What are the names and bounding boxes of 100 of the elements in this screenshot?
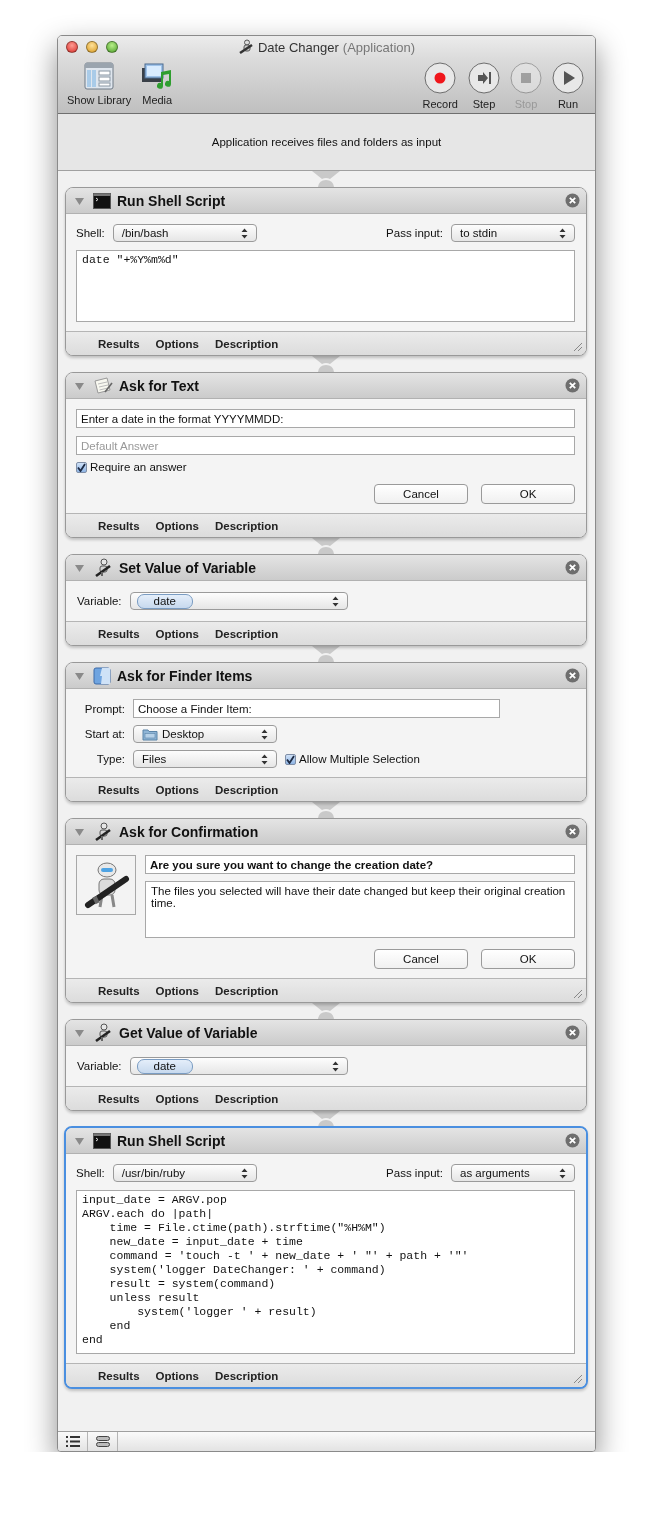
disclosure-triangle-icon[interactable] [74,562,85,573]
field-label: Start at: [83,728,125,740]
resize-grip-icon[interactable] [572,988,583,999]
footer-tab[interactable]: Description [207,1092,287,1105]
list-icon [65,1436,80,1447]
record-icon [424,62,457,94]
action-title: Run Shell Script [117,1132,226,1149]
footer-tab[interactable]: Description [207,627,287,640]
connector-notch [312,356,340,372]
close-icon[interactable] [565,1133,580,1148]
updown-arrows-icon [261,753,268,765]
footer-tab[interactable]: Options [147,627,207,640]
updown-arrows-icon [331,595,339,607]
minimize-button[interactable] [86,41,98,53]
media-icon [141,62,174,90]
checkbox-label[interactable]: Require an answer [90,461,187,473]
record-button[interactable]: Record [419,58,461,110]
dialog-button[interactable]: OK [481,484,575,504]
connector-notch [312,171,340,187]
run-button[interactable]: Run [549,58,587,110]
field-label: Shell: [76,1167,105,1179]
zoom-button[interactable] [106,41,118,53]
disclosure-triangle-icon[interactable] [74,380,85,391]
popup-button[interactable]: Desktop [133,725,277,743]
library-button[interactable]: Show Library [64,58,135,110]
close-window-button[interactable] [66,41,78,53]
close-icon[interactable] [565,378,580,393]
field-label: Type: [95,753,125,765]
footer-tab[interactable]: Description [207,783,287,796]
checkbox[interactable] [76,461,87,473]
updown-arrows-icon [559,227,566,239]
text-field[interactable]: Are you sure you want to change the creation date? [145,855,575,874]
footer-tab[interactable]: Description [207,519,287,532]
footer-tab[interactable]: Options [147,1369,207,1382]
disclosure-triangle-icon[interactable] [74,826,85,837]
footer-tab[interactable]: Results [90,337,148,350]
code-editor[interactable]: date "+%Y%m%d" [76,250,575,322]
message-field[interactable]: The files you selected will have their date changed but keep their original creation time. [145,881,575,938]
robot-icon [237,39,254,55]
close-icon[interactable] [565,1025,580,1040]
robot-icon [76,855,136,915]
footer-tab[interactable]: Description [207,984,287,997]
updown-arrows-icon [559,1167,566,1179]
workflow-icon [95,1436,110,1447]
close-icon[interactable] [565,193,580,208]
footer-tab[interactable]: Options [147,984,207,997]
disclosure-triangle-icon[interactable] [74,670,85,681]
footer-tab[interactable]: Results [90,984,148,997]
window-icon [93,666,111,685]
popup-button[interactable]: Files [133,750,277,768]
popup-button[interactable]: as arguments [451,1164,575,1182]
close-icon[interactable] [565,824,580,839]
media-button[interactable]: Media [138,58,177,110]
action-title: Get Value of Variable [119,1024,258,1041]
footer-tab[interactable]: Results [90,783,148,796]
footer-tab[interactable]: Description [207,1369,287,1382]
field-label: Variable: [77,1060,122,1072]
close-icon[interactable] [565,668,580,683]
dialog-button[interactable]: Cancel [374,484,468,504]
popup-button[interactable]: /usr/bin/ruby [112,1164,257,1182]
tick-icon [286,754,295,764]
footer-tab[interactable]: Results [90,1369,148,1382]
text-field[interactable]: Default Answer [76,436,575,455]
popup-button[interactable]: date [129,1057,348,1075]
step-button[interactable]: Step [465,58,503,110]
footer-tab[interactable]: Options [147,783,207,796]
footer-tab[interactable]: Results [90,1092,148,1105]
popup-button[interactable]: /bin/bash [112,224,257,242]
text-field[interactable]: Choose a Finder Item: [133,699,500,718]
variable-token: date [136,1058,193,1074]
resize-grip-icon[interactable] [572,1373,583,1384]
code-editor[interactable]: input_date = ARGV.pop ARGV.each do |path| time = File.ctime(path).strftime("%H%M") new_date = input_date + time command = 'touch -t ' + new_date + ' "' + path + '"' system('logger DateChanger: ' + command) result = system(command) unless result system('logger ' + result) end end [76,1190,575,1354]
library-icon [84,62,115,90]
disclosure-triangle-icon[interactable] [74,1027,85,1038]
footer-tab[interactable]: Options [147,337,207,350]
popup-button[interactable]: to stdin [451,224,575,242]
connector-notch [312,646,340,662]
dialog-button[interactable]: OK [481,949,575,969]
dialog-button[interactable]: Cancel [374,949,468,969]
checkbox-label[interactable]: Allow Multiple Selection [299,753,420,765]
footer-tab[interactable]: Description [207,337,287,350]
close-icon[interactable] [565,560,580,575]
disclosure-triangle-icon[interactable] [74,1135,85,1146]
popup-button[interactable]: date [129,592,348,610]
footer-tab[interactable]: Results [90,519,148,532]
footer-tab[interactable]: Options [147,519,207,532]
notepad-icon [93,376,113,395]
action-title: Ask for Finder Items [117,667,253,684]
checkbox[interactable] [285,753,296,765]
field-label: Pass input: [386,1167,443,1179]
field-label: Pass input: [386,227,443,239]
disclosure-triangle-icon[interactable] [74,195,85,206]
updown-arrows-icon [331,1060,339,1072]
field-label: Variable: [77,595,122,607]
footer-tab[interactable]: Results [90,627,148,640]
text-field[interactable]: Enter a date in the format YYYYMMDD: [76,409,575,428]
footer-tab[interactable]: Options [147,1092,207,1105]
resize-grip-icon[interactable] [572,341,583,352]
window-subtitle: (Application) [342,39,416,55]
updown-arrows-icon [240,227,248,239]
